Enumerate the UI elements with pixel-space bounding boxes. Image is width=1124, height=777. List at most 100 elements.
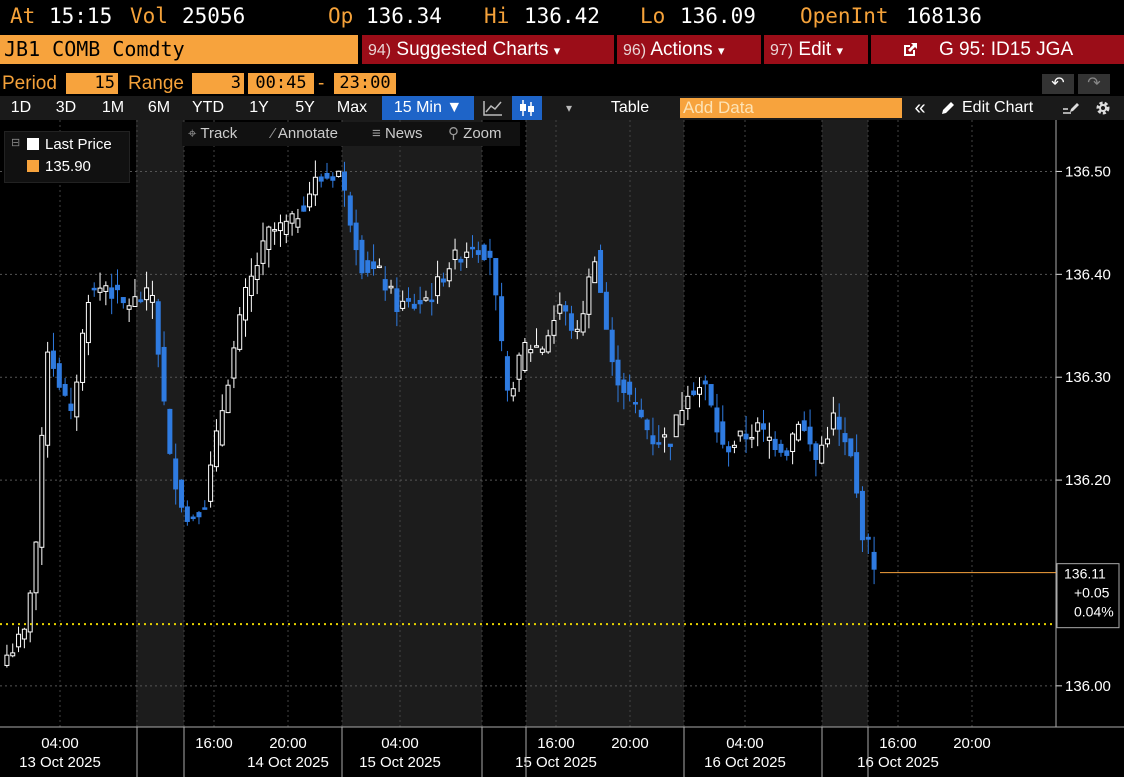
zoom-tool[interactable]: ⚲ Zoom [448, 122, 502, 146]
range-1m-button[interactable]: 1M [94, 96, 132, 120]
candle-body [568, 313, 574, 331]
x-tick-date: 14 Oct 2025 [247, 754, 329, 771]
candle-body [819, 444, 825, 464]
candle-body [475, 250, 481, 255]
session-shading [342, 120, 482, 727]
range-6m-button[interactable]: 6M [140, 96, 178, 120]
range-ytd-button[interactable]: YTD [186, 96, 230, 120]
candle-body [487, 250, 493, 258]
actions-menu[interactable]: 96) Actions ▾ [617, 35, 761, 64]
undo-button[interactable]: ↶ [1042, 74, 1074, 94]
candle-body [656, 442, 662, 445]
legend-value-swatch [27, 160, 39, 172]
candle-body [208, 464, 214, 502]
x-tick-time: 16:00 [195, 735, 233, 752]
x-tick-date: 15 Oct 2025 [359, 754, 441, 771]
candle-body [842, 433, 848, 443]
chart-settings-edit-button[interactable] [1058, 96, 1084, 120]
chart-style-chevron-icon[interactable]: ▾ [558, 96, 580, 120]
candle-body [609, 329, 615, 363]
chart-toolbar: 1D 3D 1M 6M YTD 1Y 5Y Max 15 Min ▼ ▾ Tab… [0, 96, 1124, 120]
table-button[interactable]: Table [596, 96, 664, 120]
x-tick-time: 20:00 [953, 735, 991, 752]
candle-body [155, 301, 161, 355]
launch-chart-button[interactable]: G 95: ID15 JGA [871, 35, 1124, 64]
candle-body [307, 193, 313, 208]
range-end-field[interactable]: 23:00 [334, 73, 396, 94]
pencil-icon [942, 102, 954, 114]
candle-body [825, 438, 831, 445]
candle-body [563, 305, 569, 312]
open-interest-value: 168136 [906, 4, 982, 28]
ticker-field[interactable]: JB1 COMB Comdty [0, 35, 358, 64]
collapse-chevron-icon[interactable]: « [908, 96, 932, 120]
candle-body [388, 285, 394, 289]
candle-body [539, 348, 545, 353]
range-label: Range [128, 73, 184, 94]
news-tool[interactable]: ≡ News [372, 122, 422, 146]
candle-body [144, 287, 150, 301]
magnifier-icon: ⚲ [448, 125, 459, 142]
range-start-field[interactable]: 00:45 [248, 73, 314, 94]
candle-body [790, 433, 796, 453]
candle-body [231, 347, 237, 379]
candle-body [807, 426, 813, 445]
actions-label: Actions [650, 39, 713, 60]
candle-body [405, 298, 411, 302]
candle-body [836, 416, 842, 430]
actions-num: 96) [623, 42, 647, 59]
candle-body [464, 251, 470, 258]
zoom-label: Zoom [463, 125, 502, 142]
open-interest-label: OpenInt [800, 4, 889, 28]
x-tick-time: 04:00 [381, 735, 419, 752]
candle-body [219, 410, 225, 446]
suggested-charts-menu[interactable]: 94) Suggested Charts ▾ [362, 35, 614, 64]
line-chart-toggle[interactable] [478, 96, 508, 120]
range-separator: - [318, 73, 325, 94]
edit-chart-button[interactable]: Edit Chart [936, 96, 1048, 120]
candle-body [283, 220, 289, 235]
candle-body [50, 350, 56, 369]
candle-body [458, 258, 464, 263]
candle-body [213, 430, 219, 468]
candle-body [277, 222, 283, 232]
range-1d-button[interactable]: 1D [4, 96, 38, 120]
range-1y-button[interactable]: 1Y [240, 96, 278, 120]
candlestick-toggle[interactable] [512, 96, 542, 120]
chevron-down-icon: ▾ [836, 43, 843, 58]
candle-body [167, 408, 173, 454]
candle-body [45, 351, 51, 446]
candle-body [138, 299, 144, 303]
redo-button[interactable]: ↷ [1078, 74, 1110, 94]
candle-body [27, 592, 33, 633]
candle-body [440, 278, 446, 283]
candle-body [347, 195, 353, 226]
edit-menu[interactable]: 97) Edit ▾ [764, 35, 868, 64]
candle-body [615, 359, 621, 386]
suggested-charts-label: Suggested Charts [396, 39, 549, 60]
last-price-change: +0.05 [1074, 585, 1110, 601]
candle-body [382, 279, 388, 291]
track-tool[interactable]: ⌖ Track [188, 122, 237, 146]
range-3d-button[interactable]: 3D [48, 96, 84, 120]
candle-body [766, 436, 772, 441]
candle-body [114, 284, 120, 291]
annotate-tool[interactable]: ⁄ Annotate [272, 122, 338, 146]
period-field[interactable]: 15 [66, 73, 118, 94]
candle-body [225, 384, 231, 414]
candle-body [318, 176, 324, 182]
chart-legend[interactable]: ⊟ Last Price 135.90 [4, 131, 130, 183]
y-tick-label: 136.00 [1065, 678, 1111, 695]
range-field[interactable]: 3 [192, 73, 244, 94]
settings-button[interactable] [1090, 96, 1116, 120]
interval-dropdown[interactable]: 15 Min ▼ [382, 96, 474, 120]
candle-body [854, 452, 860, 494]
add-data-input[interactable] [680, 98, 902, 118]
chart-params-bar: Period 15 Range 3 00:45 - 23:00 [0, 72, 1124, 95]
range-5y-button[interactable]: 5Y [286, 96, 324, 120]
low-value: 136.09 [680, 4, 756, 28]
candle-body [859, 490, 865, 541]
range-max-button[interactable]: Max [330, 96, 374, 120]
candle-body [650, 435, 656, 445]
candle-body [295, 218, 301, 228]
